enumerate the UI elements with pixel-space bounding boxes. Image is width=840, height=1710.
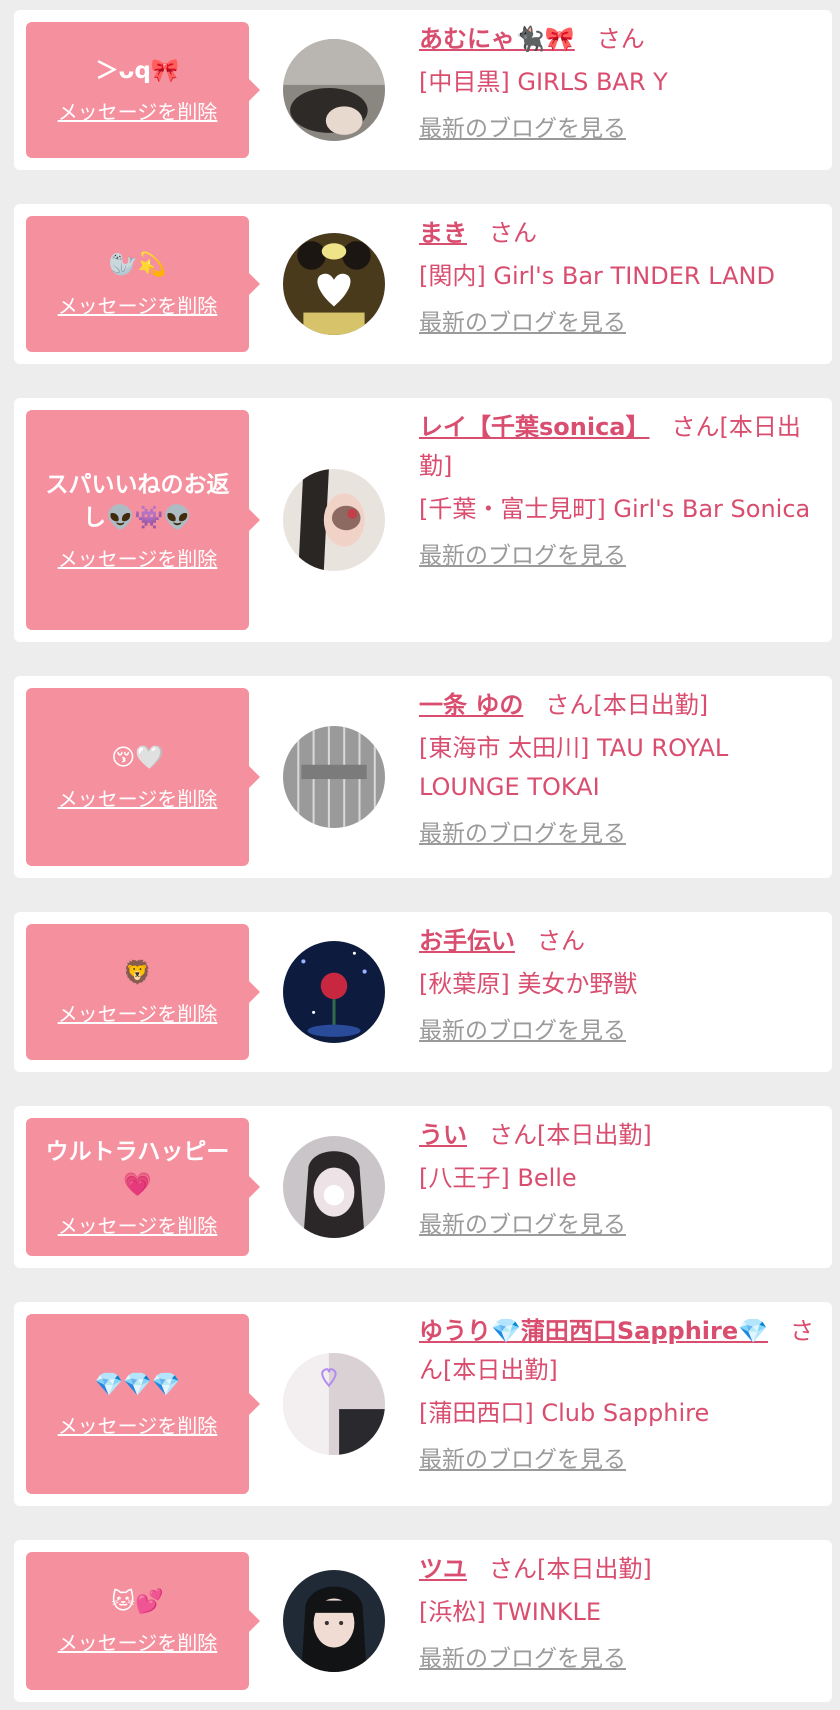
message-bubble: 😚🤍 メッセージを削除 — [26, 688, 260, 866]
name-line: ツユ さん[本日出勤] — [419, 1550, 819, 1589]
name-line: ゆうり💎蒲田西口Sapphire💎 さん[本日出勤] — [419, 1312, 819, 1390]
message-card: 🐱💕 メッセージを削除 ツユ さん[本日出勤] [浜松] TWINKLE 最新のブ… — [14, 1540, 832, 1702]
message-text: 🦁 — [123, 960, 152, 986]
avatar-image — [283, 39, 385, 141]
message-card: 🦭💫 メッセージを削除 まき さん [関内] Girl's Bar TINDER … — [14, 204, 832, 364]
cast-name-link[interactable]: ツユ — [419, 1555, 467, 1583]
shop-text: [秋葉原] 美女か野獣 — [419, 970, 638, 998]
delete-message-link[interactable]: メッセージを削除 — [58, 96, 218, 125]
honorific: さん — [545, 691, 594, 719]
delete-message-link[interactable]: メッセージを削除 — [58, 1627, 218, 1656]
honorific: さん — [537, 927, 585, 955]
shop-text: [関内] Girl's Bar TINDER LAND — [419, 262, 775, 290]
cast-name-link[interactable]: あむにゃ🐈‍⬛🎀 — [419, 25, 575, 53]
message-bubble: 🦁 メッセージを削除 — [26, 924, 260, 1060]
cast-info: あむにゃ🐈‍⬛🎀 さん [中目黒] GIRLS BAR Y 最新のブログを見る — [419, 20, 819, 149]
blog-link[interactable]: 最新のブログを見る — [419, 1012, 626, 1051]
blog-link[interactable]: 最新のブログを見る — [419, 304, 626, 343]
avatar[interactable] — [283, 1136, 385, 1238]
status-text: [本日出勤] — [537, 1555, 652, 1583]
message-bubble: 🦭💫 メッセージを削除 — [26, 216, 260, 352]
blog-link[interactable]: 最新のブログを見る — [419, 1640, 626, 1679]
avatar[interactable] — [283, 726, 385, 828]
cast-info: ツユ さん[本日出勤] [浜松] TWINKLE 最新のブログを見る — [419, 1550, 819, 1679]
cast-name-link[interactable]: ゆうり💎蒲田西口Sapphire💎 — [419, 1317, 768, 1345]
name-line: 一条 ゆの さん[本日出勤] — [419, 686, 819, 725]
shop-text: [蒲田西口] Club Sapphire — [419, 1399, 710, 1427]
status-text: [本日出勤] — [593, 691, 709, 719]
message-bubble: ＞ᴗq🎀 メッセージを削除 — [26, 22, 260, 158]
avatar-image — [283, 1136, 385, 1238]
honorific: さん — [489, 219, 537, 247]
avatar-image — [283, 1570, 385, 1672]
avatar-image — [283, 726, 385, 828]
cast-name-link[interactable]: レイ【千葉sonica】 — [419, 413, 650, 441]
cast-info: まき さん [関内] Girl's Bar TINDER LAND 最新のブログを… — [419, 214, 819, 343]
shop-text: [浜松] TWINKLE — [419, 1598, 602, 1626]
message-bubble: ウルトラハッピー💗 メッセージを削除 — [26, 1118, 260, 1256]
blog-link[interactable]: 最新のブログを見る — [419, 1441, 626, 1480]
name-line: あむにゃ🐈‍⬛🎀 さん — [419, 20, 819, 59]
shop-text: [東海市 太田川] TAU ROYAL LOUNGE TOKAI — [419, 734, 729, 801]
honorific: さん — [489, 1555, 537, 1583]
cast-info: 一条 ゆの さん[本日出勤] [東海市 太田川] TAU ROYAL LOUNGE… — [419, 686, 819, 854]
blog-link[interactable]: 最新のブログを見る — [419, 815, 626, 854]
cast-name-link[interactable]: 一条 ゆの — [419, 691, 523, 719]
shop-text: [中目黒] GIRLS BAR Y — [419, 68, 668, 96]
message-text: ウルトラハッピー💗 — [45, 1138, 230, 1198]
cast-info: レイ【千葉sonica】 さん[本日出勤] [千葉・富士見町] Girl's Ba… — [419, 408, 819, 576]
delete-message-link[interactable]: メッセージを削除 — [58, 543, 218, 572]
message-text: 🦭💫 — [108, 252, 167, 278]
blog-link[interactable]: 最新のブログを見る — [419, 110, 626, 149]
shop-text: [千葉・富士見町] Girl's Bar Sonica — [419, 495, 811, 523]
cast-info: うい さん[本日出勤] [八王子] Belle 最新のブログを見る — [419, 1116, 819, 1245]
message-text: 🐱💕 — [111, 1589, 164, 1615]
avatar[interactable] — [283, 1353, 385, 1455]
delete-message-link[interactable]: メッセージを削除 — [58, 998, 218, 1027]
message-bubble: スパいいねのお返し👽👾👽 メッセージを削除 — [26, 410, 260, 630]
name-line: うい さん[本日出勤] — [419, 1116, 819, 1155]
avatar-image — [283, 233, 385, 335]
blog-link[interactable]: 最新のブログを見る — [419, 1206, 626, 1245]
cast-name-link[interactable]: うい — [419, 1121, 467, 1149]
cast-name-link[interactable]: お手伝い — [419, 927, 515, 955]
message-text: スパいいねのお返し👽👾👽 — [45, 471, 230, 531]
delete-message-link[interactable]: メッセージを削除 — [58, 1410, 218, 1439]
message-card: ウルトラハッピー💗 メッセージを削除 うい さん[本日出勤] [八王子] Bell… — [14, 1106, 832, 1268]
avatar-image — [283, 1353, 385, 1455]
avatar[interactable] — [283, 39, 385, 141]
delete-message-link[interactable]: メッセージを削除 — [58, 290, 218, 319]
honorific: さん — [489, 1121, 537, 1149]
avatar[interactable] — [283, 469, 385, 571]
status-text: [本日出勤] — [443, 1356, 558, 1384]
message-card: スパいいねのお返し👽👾👽 メッセージを削除 レイ【千葉sonica】 さん[本日出… — [14, 398, 832, 642]
cast-info: ゆうり💎蒲田西口Sapphire💎 さん[本日出勤] [蒲田西口] Club Sa… — [419, 1312, 819, 1480]
blog-link[interactable]: 最新のブログを見る — [419, 537, 626, 576]
cast-name-link[interactable]: まき — [419, 219, 467, 247]
status-text: [本日出勤] — [537, 1121, 652, 1149]
delete-message-link[interactable]: メッセージを削除 — [58, 783, 218, 812]
message-card: 😚🤍 メッセージを削除 一条 ゆの さん[本日出勤] [東海市 太田川] TAU … — [14, 676, 832, 878]
message-card: 🦁 メッセージを削除 お手伝い さん [秋葉原] 美女か野獣 最新のブログを見る — [14, 912, 832, 1072]
message-bubble: 🐱💕 メッセージを削除 — [26, 1552, 260, 1690]
avatar[interactable] — [283, 1570, 385, 1672]
delete-message-link[interactable]: メッセージを削除 — [58, 1210, 218, 1239]
message-text: 😚🤍 — [111, 745, 164, 771]
honorific: さん — [671, 413, 720, 441]
avatar-image — [283, 941, 385, 1043]
name-line: レイ【千葉sonica】 さん[本日出勤] — [419, 408, 819, 486]
avatar-image — [283, 469, 385, 571]
avatar[interactable] — [283, 233, 385, 335]
message-text: 💎💎💎 — [94, 1372, 181, 1398]
message-card: ＞ᴗq🎀 メッセージを削除 あむにゃ🐈‍⬛🎀 さん [中目黒] GIRLS BAR… — [14, 10, 832, 170]
cast-info: お手伝い さん [秋葉原] 美女か野獣 最新のブログを見る — [419, 922, 819, 1051]
shop-text: [八王子] Belle — [419, 1164, 577, 1192]
name-line: まき さん — [419, 214, 819, 253]
message-text: ＞ᴗq🎀 — [95, 58, 180, 84]
avatar[interactable] — [283, 941, 385, 1043]
honorific: さん — [596, 25, 645, 53]
message-card: 💎💎💎 メッセージを削除 ゆうり💎蒲田西口Sapphire💎 さん[本日出勤] [… — [14, 1302, 832, 1506]
message-bubble: 💎💎💎 メッセージを削除 — [26, 1314, 260, 1494]
name-line: お手伝い さん — [419, 922, 819, 961]
